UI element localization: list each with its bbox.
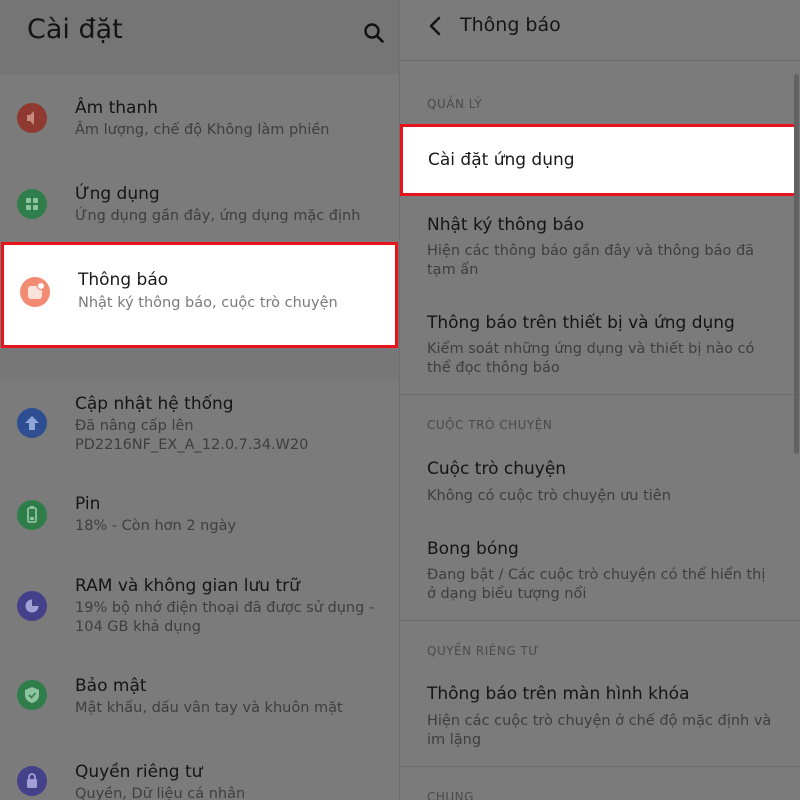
section-gap xyxy=(0,349,400,379)
battery-icon xyxy=(17,500,47,530)
settings-item-notifications-content: Thông báo Nhật ký thông báo, cuộc trò ch… xyxy=(3,245,400,345)
settings-item-title: Thông báo xyxy=(78,270,169,290)
notification-icon xyxy=(20,277,50,307)
settings-item-title: Ứng dụng xyxy=(75,184,160,204)
list-item-subtitle: Kiểm soát những ứng dụng và thiết bị nào… xyxy=(427,341,755,376)
settings-item-subtitle: Nhật ký thông báo, cuộc trò chuyện xyxy=(78,295,338,311)
list-item-title: Thông báo trên màn hình khóa xyxy=(427,684,690,704)
search-icon[interactable] xyxy=(363,22,385,44)
settings-header: Cài đặt xyxy=(0,0,400,74)
list-item-subtitle: Không có cuộc trò chuyện ưu tiên xyxy=(427,488,671,504)
settings-panel: Cài đặt Âm thanh Âm lượng, chế độ Không … xyxy=(0,0,400,800)
settings-item-subtitle-line2: PD2216NF_EX_A_12.0.7.34.W20 xyxy=(75,437,309,453)
settings-item-battery[interactable]: Pin 18% - Còn hơn 2 ngày xyxy=(0,480,400,550)
settings-item-security[interactable]: Bảo mật Mật khẩu, dấu vân tay và khuôn m… xyxy=(0,662,400,732)
section-divider xyxy=(400,394,800,395)
section-label-general: CHUNG xyxy=(427,790,474,800)
settings-item-subtitle: Mật khẩu, dấu vân tay và khuôn mặt xyxy=(75,700,343,716)
settings-item-subtitle-line2: 104 GB khả dụng xyxy=(75,619,201,635)
apps-icon xyxy=(17,189,47,219)
header-divider xyxy=(400,60,800,61)
settings-item-title: Pin xyxy=(75,494,101,514)
section-divider xyxy=(400,620,800,621)
settings-item-notifications[interactable]: Thông báo Nhật ký thông báo, cuộc trò ch… xyxy=(1,242,398,348)
page-title: Cài đặt xyxy=(27,14,123,45)
settings-item-title: Cập nhật hệ thống xyxy=(75,394,234,414)
list-item-title: Bong bóng xyxy=(427,539,519,559)
settings-item-sound[interactable]: Âm thanh Âm lượng, chế độ Không làm phiề… xyxy=(0,84,400,154)
list-item-title: Thông báo trên thiết bị và ứng dụng xyxy=(427,313,735,333)
sound-icon xyxy=(17,103,47,133)
settings-item-title: Quyền riêng tư xyxy=(75,762,203,782)
settings-item-subtitle: Ứng dụng gần đây, ứng dụng mặc định xyxy=(75,208,361,224)
settings-item-subtitle: 19% bộ nhớ điện thoại đã được sử dụng - xyxy=(75,600,375,616)
notifications-header: Thông báo xyxy=(400,0,800,60)
settings-item-privacy[interactable]: Quyền riêng tư Quyền, Dữ liệu cá nhân xyxy=(0,748,400,800)
settings-item-title: RAM và không gian lưu trữ xyxy=(75,576,300,596)
settings-item-storage[interactable]: RAM và không gian lưu trữ 19% bộ nhớ điệ… xyxy=(0,562,400,648)
list-item-subtitle: Đang bật / Các cuộc trò chuyện có thể hi… xyxy=(427,567,766,602)
settings-item-title: Bảo mật xyxy=(75,676,147,696)
settings-item-system-update[interactable]: Cập nhật hệ thống Đã nâng cấp lên PD2216… xyxy=(0,380,400,466)
section-label-conversations: CUỘC TRÒ CHUYỆN xyxy=(427,418,553,432)
settings-item-subtitle: Âm lượng, chế độ Không làm phiền xyxy=(75,122,330,138)
list-item-title: Cuộc trò chuyện xyxy=(427,459,567,479)
shield-icon xyxy=(17,680,47,710)
section-label-manage: QUẢN LÝ xyxy=(427,97,483,111)
page-title: Thông báo xyxy=(460,14,561,36)
app-settings-title: Cài đặt ứng dụng xyxy=(428,150,575,170)
section-divider xyxy=(400,766,800,767)
section-label-privacy: QUYỀN RIÊNG TƯ xyxy=(427,644,540,658)
list-item-subtitle: Hiện các thông báo gần đây và thông báo … xyxy=(427,243,755,278)
settings-item-subtitle: Đã nâng cấp lên xyxy=(75,418,194,434)
storage-icon xyxy=(17,591,47,621)
settings-item-subtitle: 18% - Còn hơn 2 ngày xyxy=(75,518,237,534)
scrollbar[interactable] xyxy=(794,74,799,454)
notifications-panel: Thông báo QUẢN LÝ Cài đặt ứng dụng Nhật … xyxy=(400,0,800,800)
app-settings-item[interactable]: Cài đặt ứng dụng xyxy=(400,124,798,196)
settings-item-apps[interactable]: Ứng dụng Ứng dụng gần đây, ứng dụng mặc … xyxy=(0,170,400,240)
list-item-title: Nhật ký thông báo xyxy=(427,215,585,235)
list-item-subtitle: Hiện các cuộc trò chuyện ở chế độ mặc đị… xyxy=(427,713,772,748)
back-arrow-icon[interactable] xyxy=(428,16,442,36)
update-icon xyxy=(17,408,47,438)
settings-item-title: Âm thanh xyxy=(75,98,158,118)
privacy-icon xyxy=(17,766,47,796)
settings-item-subtitle: Quyền, Dữ liệu cá nhân xyxy=(75,786,246,800)
